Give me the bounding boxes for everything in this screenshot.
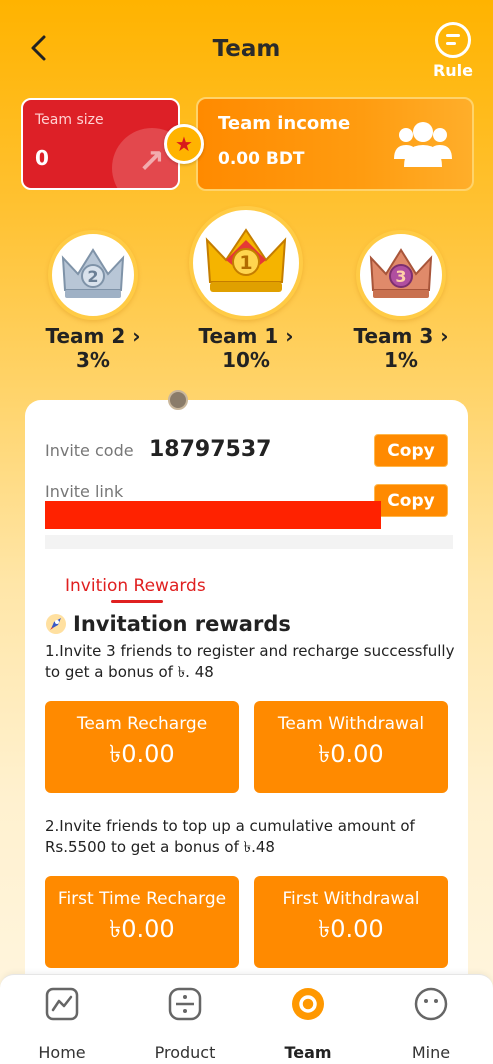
team-1[interactable]: 1 Team 1 › 10%: [185, 206, 307, 372]
invite-link-redacted: [45, 501, 381, 529]
nav-product[interactable]: Product: [140, 987, 230, 1062]
people-icon: [394, 122, 452, 167]
svg-text:3: 3: [395, 267, 406, 286]
first-recharge-box: First Time Recharge ৳0.00: [45, 876, 239, 968]
nav-home-label: Home: [38, 1043, 86, 1062]
rule-icon: [435, 22, 471, 58]
nav-team[interactable]: Team: [263, 987, 353, 1062]
team-size-card: Team size 0: [21, 98, 180, 190]
nav-mine[interactable]: Mine: [386, 987, 476, 1062]
product-icon: [168, 987, 202, 1021]
team-1-percent: 10%: [222, 348, 270, 372]
svg-text:1: 1: [239, 252, 252, 274]
nav-home[interactable]: Home: [17, 987, 107, 1062]
crown-gold-icon: 1: [189, 206, 303, 320]
star-icon: ★: [164, 124, 204, 164]
page-title: Team: [212, 36, 281, 62]
header: Team Rule: [0, 0, 493, 96]
team-icon: [292, 988, 324, 1020]
team-2-percent: 3%: [76, 348, 110, 372]
team-income-label: Team income: [218, 113, 351, 134]
rocket-icon: [46, 614, 66, 634]
invite-code-label: Invite code: [45, 441, 134, 460]
team-income-card: Team income 0.00 BDT: [196, 97, 474, 191]
invite-code-value: 18797537: [149, 437, 272, 462]
team-income-value: 0.00 BDT: [218, 149, 305, 169]
team-recharge-label: Team Recharge: [76, 714, 208, 734]
rewards-title-text: Invitation rewards: [73, 612, 291, 636]
first-withdrawal-box: First Withdrawal ৳0.00: [254, 876, 448, 968]
nav-team-label: Team: [284, 1043, 332, 1062]
first-withdrawal-value: ৳0.00: [318, 915, 384, 943]
team-recharge-value: ৳0.00: [109, 740, 175, 768]
svg-text:2: 2: [87, 267, 98, 286]
crown-silver-icon: 2: [48, 230, 138, 320]
rule-label: Rule: [432, 61, 474, 80]
mine-icon: [414, 987, 448, 1021]
reward-rule-1: 1.Invite 3 friends to register and recha…: [45, 642, 455, 681]
reward-rule-2: 2.Invite friends to top up a cumulative …: [45, 817, 415, 856]
tab-invition-rewards[interactable]: Invition Rewards: [65, 576, 206, 596]
team-withdrawal-box: Team Withdrawal ৳0.00: [254, 701, 448, 793]
team-recharge-box: Team Recharge ৳0.00: [45, 701, 239, 793]
team-size-value: 0: [35, 146, 49, 170]
first-withdrawal-label: First Withdrawal: [282, 889, 420, 909]
team-2[interactable]: 2 Team 2 › 3%: [44, 230, 142, 372]
scroll-indicator[interactable]: [168, 390, 188, 410]
team-1-name: Team 1 ›: [198, 324, 294, 348]
rule-button[interactable]: Rule: [431, 22, 475, 80]
team-3-percent: 1%: [384, 348, 418, 372]
nav-mine-label: Mine: [411, 1043, 451, 1062]
invite-link-field[interactable]: [45, 535, 453, 549]
copy-link-button[interactable]: Copy: [374, 484, 448, 517]
rewards-title: Invitation rewards: [45, 612, 291, 636]
team-3-name: Team 3 ›: [353, 324, 449, 348]
tab-underline: [111, 600, 163, 603]
team-withdrawal-label: Team Withdrawal: [277, 714, 425, 734]
nav-product-label: Product: [154, 1043, 216, 1062]
team-2-name: Team 2 ›: [45, 324, 141, 348]
invite-link-label: Invite link: [45, 482, 124, 501]
chart-icon: [45, 987, 79, 1021]
team-withdrawal-value: ৳0.00: [318, 740, 384, 768]
invite-panel: Invite code 18797537 Copy Invite link Co…: [25, 400, 468, 1000]
crown-bronze-icon: 3: [356, 230, 446, 320]
team-size-label: Team size: [35, 112, 104, 128]
copy-code-button[interactable]: Copy: [374, 434, 448, 467]
team-3[interactable]: 3 Team 3 › 1%: [352, 230, 450, 372]
first-recharge-label: First Time Recharge: [57, 889, 227, 909]
first-recharge-value: ৳0.00: [109, 915, 175, 943]
bottom-nav: Home Product Team Mine: [0, 974, 493, 1064]
